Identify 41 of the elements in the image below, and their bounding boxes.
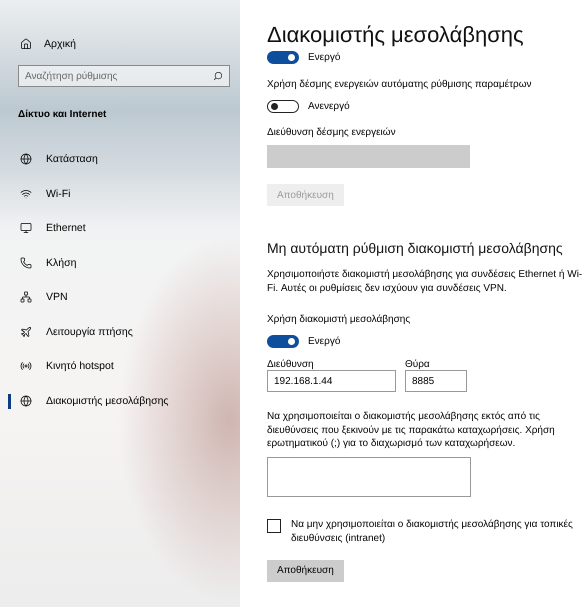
toggle-switch[interactable] bbox=[267, 50, 299, 64]
toggle-state-label: Ενεργό bbox=[308, 336, 340, 346]
toggle-state-label: Ενεργό bbox=[308, 52, 340, 62]
monitor-icon bbox=[20, 222, 32, 234]
network-icon bbox=[20, 291, 32, 304]
home-icon bbox=[20, 38, 32, 50]
sidebar-item[interactable]: Κλήση bbox=[0, 246, 240, 280]
globe-icon bbox=[20, 153, 32, 166]
setting-label: Διεύθυνση δέσμης ενεργειών bbox=[267, 126, 397, 139]
sidebar-item[interactable]: Διακομιστής μεσολάβησης bbox=[0, 384, 240, 418]
address-field[interactable]: 192.168.1.44 bbox=[267, 370, 396, 392]
toggle-state-label: Ανενεργό bbox=[308, 100, 350, 112]
radio-icon bbox=[20, 360, 32, 372]
field-label: Διεύθυνση bbox=[267, 359, 315, 370]
sidebar-item[interactable]: Κινητό hotspot bbox=[0, 349, 240, 384]
sidebar-item[interactable]: Ethernet bbox=[0, 211, 240, 246]
save-button[interactable]: Αποθήκευση bbox=[267, 560, 344, 582]
exceptions-text: Να χρησιμοποιείται ο διακομιστής μεσολάβησης εκτός από τις διευθύνσεις που ξεκινούν με τις παρακάτω καταχωρήσεις. Χρήση ερωτηματικού (;) για το διαχωρισμό των καταχωρήσεων. bbox=[267, 410, 556, 450]
field-label: Θύρα bbox=[405, 359, 431, 370]
toggle-switch[interactable] bbox=[267, 334, 299, 348]
port-field[interactable]: 8885 bbox=[405, 370, 467, 392]
toggle-switch[interactable] bbox=[267, 100, 299, 112]
sidebar-item[interactable]: VPN bbox=[0, 280, 240, 314]
sidebar-item[interactable]: Λειτουργία πτήσης bbox=[0, 314, 240, 349]
sidebar-heading: Δίκτυο και Internet bbox=[18, 109, 108, 120]
description-text: Χρησιμοποιήστε διακομιστή μεσολάβησης για συνδέσεις Ethernet ή Wi-Fi. Αυτές οι ρυθμίσεις δεν ισχύουν για συνδέσεις VPN. bbox=[267, 268, 582, 295]
exceptions-field[interactable] bbox=[267, 456, 471, 496]
sidebar-item[interactable]: Wi-Fi bbox=[0, 176, 240, 211]
globe-icon bbox=[20, 394, 32, 407]
section-heading: Μη αυτόματη ρύθμιση διακομιστή μεσολάβησης bbox=[267, 240, 564, 256]
page-title: Διακομιστής μεσολάβησης bbox=[267, 22, 525, 48]
setting-label: Χρήση δέσμης ενεργειών αυτόματης ρύθμισης παραμέτρων bbox=[267, 78, 533, 91]
checkbox-label: Να μην χρησιμοποιείται ο διακομιστής μεσολάβησης για τοπικές διευθύνσεις (intranet) bbox=[291, 518, 574, 546]
checkbox[interactable] bbox=[267, 518, 281, 532]
sidebar-item[interactable]: Κατάσταση bbox=[0, 142, 240, 176]
airplane-icon bbox=[20, 326, 32, 338]
search-icon bbox=[213, 71, 223, 81]
phone-icon bbox=[20, 256, 32, 269]
setting-label: Χρήση διακομιστή μεσολάβησης bbox=[267, 313, 412, 326]
search-field[interactable]: Αναζήτηση ρύθμισης bbox=[18, 65, 230, 87]
home-link[interactable]: Αρχική bbox=[44, 38, 76, 50]
